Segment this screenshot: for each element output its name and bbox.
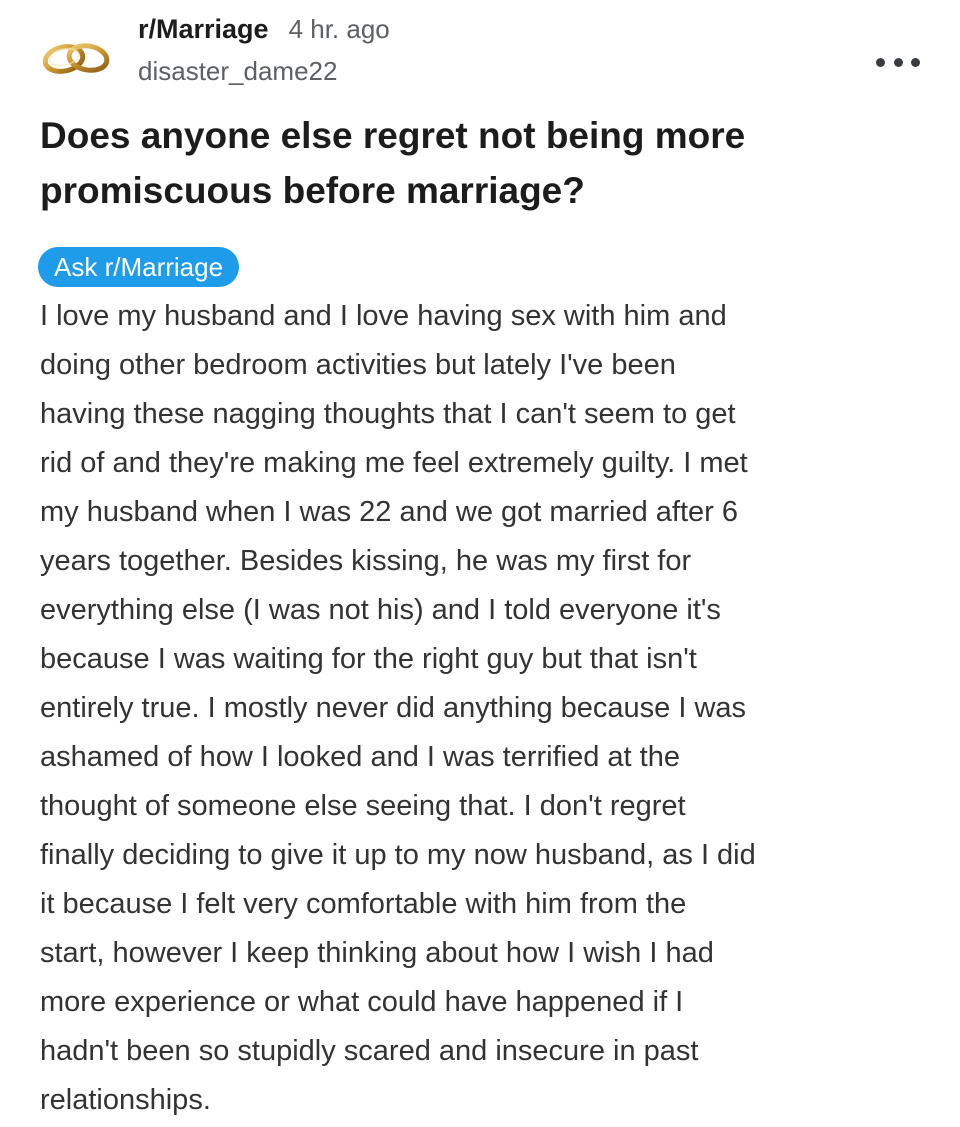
more-options-icon[interactable] xyxy=(876,50,920,74)
body-line: start, however I keep thinking about how… xyxy=(40,937,714,969)
body-line: it because I felt very comfortable with … xyxy=(40,888,687,920)
body-line: having these nagging thoughts that I can… xyxy=(40,398,736,430)
post-title[interactable]: Does anyone else regret not being more pr… xyxy=(40,108,920,218)
post-meta: r/Marriage 4 hr. ago disaster_dame22 xyxy=(138,14,390,87)
body-line: years together. Besides kissing, he was … xyxy=(40,545,692,577)
author-username[interactable]: disaster_dame22 xyxy=(138,56,390,87)
body-line: more experience or what could have happe… xyxy=(40,986,684,1018)
reddit-post: r/Marriage 4 hr. ago disaster_dame22 Doe… xyxy=(0,0,960,1127)
body-line: hadn't been so stupidly scared and insec… xyxy=(40,1035,699,1067)
body-line: I love my husband and I love having sex … xyxy=(40,300,727,332)
body-line: because I was waiting for the right guy … xyxy=(40,643,697,675)
post-body: I love my husband and I love having sex … xyxy=(40,292,925,1125)
body-line: entirely true. I mostly never did anythi… xyxy=(40,692,747,724)
body-line: everything else (I was not his) and I to… xyxy=(40,594,721,626)
body-line: doing other bedroom activities but latel… xyxy=(40,349,676,381)
post-timestamp: 4 hr. ago xyxy=(288,14,390,44)
body-line: my husband when I was 22 and we got marr… xyxy=(40,496,738,528)
subreddit-link[interactable]: r/Marriage xyxy=(138,14,269,45)
post-flair[interactable]: Ask r/Marriage xyxy=(38,247,240,287)
title-line: promiscuous before marriage? xyxy=(40,170,585,211)
wedding-rings-icon[interactable] xyxy=(40,36,114,80)
body-line: rid of and they're making me feel extrem… xyxy=(40,447,748,479)
post-header: r/Marriage 4 hr. ago disaster_dame22 xyxy=(40,14,920,94)
title-line: Does anyone else regret not being more xyxy=(40,115,746,156)
body-line: finally deciding to give it up to my now… xyxy=(40,839,756,871)
body-line: thought of someone else seeing that. I d… xyxy=(40,790,686,822)
body-line: ashamed of how I looked and I was terrif… xyxy=(40,741,680,773)
body-line: relationships. xyxy=(40,1084,211,1116)
